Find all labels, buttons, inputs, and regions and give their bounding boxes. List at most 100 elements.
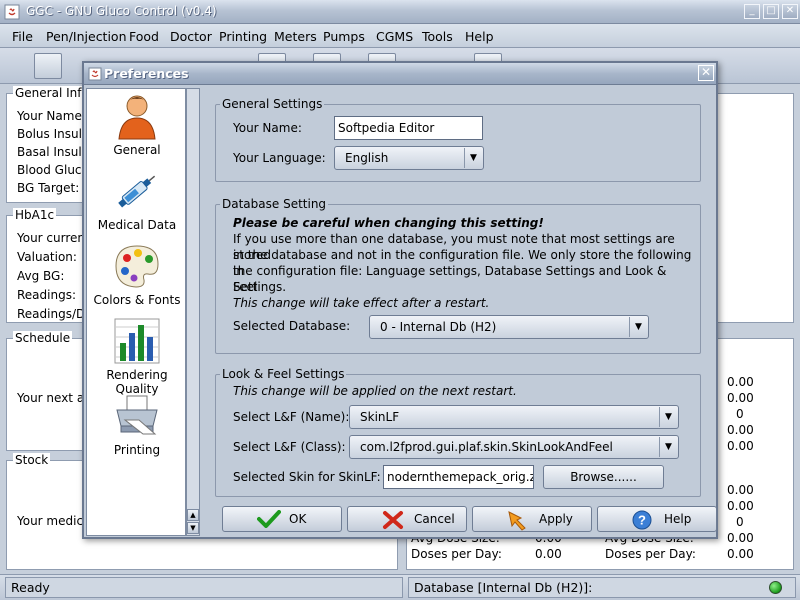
minimize-button[interactable]: _ — [744, 4, 760, 19]
your-name-input[interactable]: Softpedia Editor — [334, 116, 483, 140]
value: 0.00 — [727, 375, 754, 389]
bar-chart-icon — [114, 318, 160, 364]
value: 0.00 — [727, 423, 754, 437]
person-icon — [118, 95, 156, 140]
database-warning: Please be careful when changing this set… — [233, 216, 544, 230]
skin-label: Selected Skin for SkinLF: — [233, 470, 381, 484]
general-settings-title: General Settings — [220, 97, 325, 111]
dialog-close-button[interactable]: ✕ — [698, 65, 714, 81]
chevron-down-icon: ▼ — [659, 437, 677, 457]
cancel-x-icon — [383, 511, 403, 529]
selected-database-label: Selected Database: — [233, 319, 351, 333]
menu-bar: File Pen/Injection Food Doctor Printing … — [0, 24, 800, 48]
printer-icon — [116, 395, 158, 435]
help-question-icon: ? — [632, 510, 652, 530]
ok-label: OK — [289, 512, 307, 526]
database-restart-note: This change will take effect after a res… — [233, 296, 490, 310]
menu-file[interactable]: File — [12, 29, 33, 44]
status-text: Ready — [5, 577, 403, 598]
ok-button[interactable]: OK — [222, 506, 342, 532]
database-info-line: Settings. — [233, 280, 287, 294]
settings-pane: General Settings Your Name: Softpedia Ed… — [215, 87, 715, 505]
language-select[interactable]: English ▼ — [334, 146, 484, 170]
database-setting-group: Database Setting Please be careful when … — [215, 197, 701, 354]
value: 0.00 — [535, 547, 562, 561]
menu-doctor[interactable]: Doctor — [170, 29, 212, 44]
app-titlebar: GGC - GNU Gluco Control (v0.4) _ □ ✕ — [0, 0, 800, 24]
chevron-down-icon: ▼ — [464, 148, 482, 168]
lf-class-label: Select L&F (Class): — [233, 440, 346, 454]
database-setting-title: Database Setting — [220, 197, 329, 211]
sidebar-item-colors-fonts[interactable]: Colors & Fonts — [87, 242, 187, 307]
toolbar-button-1[interactable] — [34, 53, 62, 79]
cancel-button[interactable]: Cancel — [347, 506, 467, 532]
dialog-title: Preferences — [104, 66, 189, 81]
value: 0.00 — [727, 499, 754, 513]
sidebar-item-printing[interactable]: Printing — [87, 392, 187, 457]
preferences-sidebar: General Medical Data Colors & Fonts Rend… — [86, 88, 186, 536]
lf-name-label: Select L&F (Name): — [233, 410, 350, 424]
sidebar-scrollbar[interactable]: ▲ ▼ — [186, 88, 200, 536]
value: 0.00 — [727, 547, 754, 561]
database-status: Database [Internal Db (H2)]: — [408, 577, 796, 598]
database-select[interactable]: 0 - Internal Db (H2) ▼ — [369, 315, 649, 339]
your-language-label: Your Language: — [233, 151, 326, 165]
help-button[interactable]: ? Help — [597, 506, 717, 532]
menu-pumps[interactable]: Pumps — [323, 29, 365, 44]
close-button[interactable]: ✕ — [782, 4, 798, 19]
value: 0.00 — [727, 439, 754, 453]
syringe-icon — [118, 175, 156, 208]
menu-printing[interactable]: Printing — [219, 29, 267, 44]
readings-label: Readings: — [17, 288, 77, 302]
lf-name-value: SkinLF — [360, 410, 400, 424]
sidebar-label-medical-data: Medical Data — [97, 218, 177, 232]
java-icon — [4, 4, 20, 20]
palette-icon — [115, 245, 159, 288]
browse-button[interactable]: Browse...... — [543, 465, 664, 489]
lf-class-value: com.l2fprod.gui.plaf.skin.SkinLookAndFee… — [360, 440, 613, 454]
scroll-down-icon[interactable]: ▼ — [187, 522, 199, 534]
look-feel-note: This change will be applied on the next … — [233, 384, 517, 398]
lf-name-select[interactable]: SkinLF ▼ — [349, 405, 679, 429]
schedule-title: Schedule — [13, 331, 73, 345]
dialog-titlebar: Preferences ✕ — [84, 63, 716, 85]
menu-help[interactable]: Help — [465, 29, 494, 44]
cancel-label: Cancel — [414, 512, 455, 526]
java-icon — [88, 67, 102, 81]
chevron-down-icon: ▼ — [659, 407, 677, 427]
value: 0 — [736, 407, 744, 421]
value: 0.00 — [727, 531, 754, 545]
status-led-icon — [769, 581, 782, 594]
hba1c-current-label: Your current — [17, 231, 90, 245]
checkmark-icon — [257, 510, 281, 528]
sidebar-item-rendering-quality[interactable]: Rendering Quality — [87, 317, 187, 396]
name-label: Your Name: — [17, 109, 86, 123]
sidebar-label-general: General — [113, 143, 161, 157]
preferences-dialog: Preferences ✕ General Medical Data Color… — [82, 61, 718, 539]
value: 0.00 — [727, 483, 754, 497]
value: 0.00 — [727, 391, 754, 405]
menu-food[interactable]: Food — [129, 29, 159, 44]
lf-class-select[interactable]: com.l2fprod.gui.plaf.skin.SkinLookAndFee… — [349, 435, 679, 459]
sidebar-label-printing: Printing — [113, 443, 161, 457]
general-settings-group: General Settings Your Name: Softpedia Ed… — [215, 97, 701, 182]
window-title: GGC - GNU Gluco Control (v0.4) — [26, 4, 217, 18]
menu-pen-injection[interactable]: Pen/Injection — [46, 29, 127, 44]
bg-target-label: BG Target: — [17, 181, 80, 195]
skin-file-input[interactable]: nodernthemepack_orig.zip — [383, 465, 534, 489]
medication-label: Your medica — [17, 514, 91, 528]
look-feel-group: Look & Feel Settings This change will be… — [215, 367, 701, 497]
chevron-down-icon: ▼ — [629, 317, 647, 337]
value: 0 — [736, 515, 744, 529]
sidebar-item-medical-data[interactable]: Medical Data — [87, 167, 187, 232]
scroll-up-icon[interactable]: ▲ — [187, 509, 199, 521]
database-value: 0 - Internal Db (H2) — [380, 320, 497, 334]
apply-label: Apply — [539, 512, 573, 526]
menu-meters[interactable]: Meters — [274, 29, 317, 44]
maximize-button[interactable]: □ — [763, 4, 779, 19]
menu-cgms[interactable]: CGMS — [376, 29, 413, 44]
status-bar: Ready Database [Internal Db (H2)]: — [0, 574, 800, 600]
menu-tools[interactable]: Tools — [422, 29, 453, 44]
apply-button[interactable]: Apply — [472, 506, 592, 532]
sidebar-item-general[interactable]: General — [87, 92, 187, 157]
